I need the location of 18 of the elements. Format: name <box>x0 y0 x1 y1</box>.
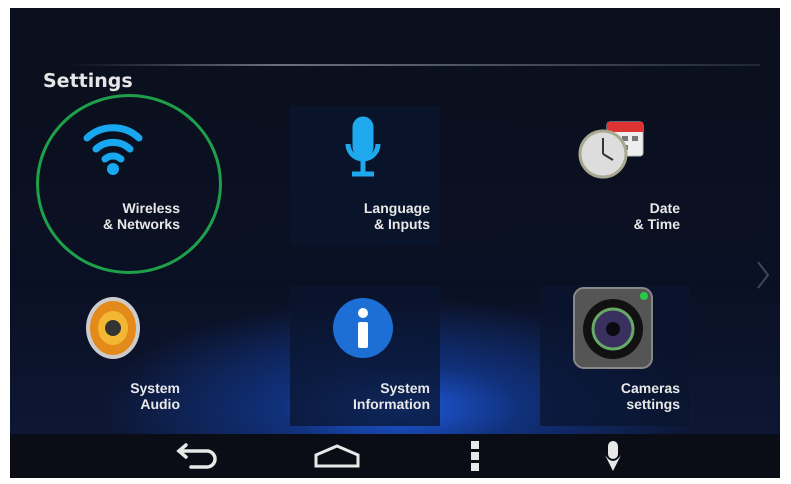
tile-label: Date & Time <box>632 200 680 232</box>
tile-label: Language & Inputs <box>362 200 430 232</box>
home-icon[interactable] <box>313 443 361 469</box>
settings-tile[interactable]: Wireless & Networks <box>40 106 190 246</box>
settings-tile[interactable]: Cameras settings <box>540 286 690 426</box>
menu-icon[interactable] <box>471 441 479 471</box>
page-title: Settings <box>43 70 134 94</box>
microphone-icon[interactable] <box>603 441 623 471</box>
settings-tile[interactable]: System Audio <box>40 286 190 426</box>
tile-label: System Information <box>352 380 430 412</box>
tile-label: System Audio <box>129 380 180 412</box>
camera-icon <box>572 286 654 370</box>
settings-tile[interactable]: Language & Inputs <box>290 106 440 246</box>
settings-tile[interactable]: System Information <box>290 286 440 426</box>
info-icon <box>330 296 394 360</box>
tile-label: Wireless & Networks <box>102 200 180 232</box>
settings-tile[interactable]: Date & Time <box>540 106 690 246</box>
tile-label: Cameras settings <box>620 380 680 412</box>
